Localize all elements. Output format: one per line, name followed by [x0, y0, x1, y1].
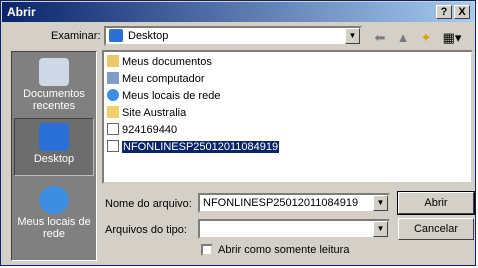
cancel-button[interactable]: Cancelar	[398, 218, 474, 240]
list-item[interactable]: Site Australia	[107, 105, 186, 121]
up-folder-icon[interactable]: ▲	[393, 29, 413, 47]
network-places-icon	[39, 186, 69, 214]
chevron-down-icon[interactable]: ▼	[373, 195, 388, 211]
places-bar: Documentos recentes Desktop Meus locais …	[11, 51, 97, 261]
look-in-label: Examinar:	[51, 30, 101, 42]
desktop-icon	[39, 123, 69, 151]
file-list[interactable]: Meus documentos Meu computador Meus loca…	[102, 50, 473, 184]
computer-icon	[107, 72, 119, 84]
look-in-combo[interactable]: Desktop ▼	[104, 26, 362, 46]
place-network-label: Meus locais de rede	[17, 216, 91, 240]
chevron-down-icon[interactable]: ▼	[373, 221, 388, 237]
desktop-small-icon	[109, 29, 123, 42]
readonly-label: Abrir como somente leitura	[218, 244, 350, 256]
view-menu-icon[interactable]: ▦▾	[439, 29, 465, 47]
folder-icon	[107, 106, 119, 118]
place-desktop[interactable]: Desktop	[14, 118, 94, 176]
list-item[interactable]: 924169440	[107, 122, 177, 138]
recent-documents-icon	[39, 58, 69, 86]
place-recent[interactable]: Documentos recentes	[14, 54, 94, 112]
filename-combo[interactable]: NFONLINESP25012011084919 ▼	[198, 193, 390, 213]
readonly-checkbox[interactable]	[201, 244, 213, 256]
document-icon	[107, 123, 119, 135]
filename-label: Nome do arquivo:	[105, 198, 192, 210]
open-button[interactable]: Abrir	[397, 191, 475, 215]
place-network[interactable]: Meus locais de rede	[14, 182, 94, 240]
filetype-label: Arquivos do tipo:	[105, 224, 187, 236]
document-icon	[107, 140, 119, 152]
list-item[interactable]: Meus documentos	[107, 54, 212, 70]
open-dialog: Abrir ? X Examinar: Desktop ▼ ⬅ ▲ ✦ ▦▾ D…	[0, 0, 476, 266]
folder-documents-icon	[107, 55, 119, 67]
look-in-value: Desktop	[128, 30, 169, 42]
list-item[interactable]: Meus locais de rede	[107, 88, 220, 104]
list-item[interactable]: Meu computador	[107, 71, 205, 87]
network-icon	[107, 89, 119, 101]
place-recent-label: Documentos recentes	[23, 88, 85, 112]
dialog-title: Abrir	[7, 5, 36, 19]
help-button[interactable]: ?	[436, 5, 452, 19]
chevron-down-icon[interactable]: ▼	[345, 28, 360, 44]
list-item[interactable]: NFONLINESP25012011084919	[107, 139, 281, 155]
back-icon[interactable]: ⬅	[370, 29, 390, 47]
place-desktop-label: Desktop	[33, 153, 75, 165]
filename-value: NFONLINESP25012011084919	[203, 197, 359, 209]
new-folder-icon[interactable]: ✦	[416, 29, 436, 47]
filetype-combo[interactable]: ▼	[198, 219, 390, 239]
close-button[interactable]: X	[454, 5, 470, 19]
title-bar: Abrir ? X	[2, 2, 474, 22]
